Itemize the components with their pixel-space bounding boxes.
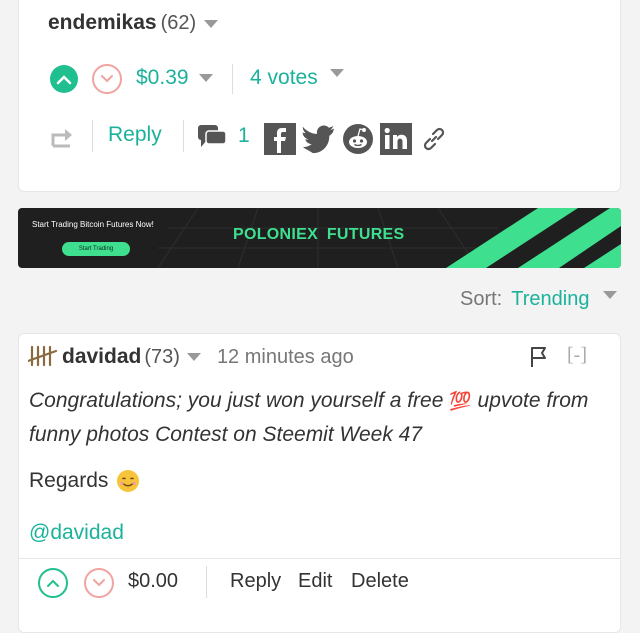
comment-upvote-button[interactable]: [38, 568, 68, 598]
banner-brand-name: POLONIEX: [233, 226, 319, 243]
post-author-reputation: (62): [160, 11, 197, 34]
upvote-button[interactable]: [50, 65, 78, 93]
divider: [183, 120, 184, 152]
comment-line1b-text: upvote from: [477, 389, 589, 412]
regards-text: Regards: [29, 469, 109, 492]
comment-author-reputation: (73): [144, 345, 180, 368]
linkedin-icon[interactable]: [380, 123, 412, 155]
comment-line1-text: Congratulations; you just won yourself a…: [29, 389, 444, 412]
chevron-down-icon: [101, 75, 113, 83]
banner-tagline: Start Trading Bitcoin Futures Now!: [32, 220, 154, 229]
comment-payout[interactable]: $0.00: [128, 570, 178, 593]
twitter-icon[interactable]: [302, 123, 334, 155]
author-menu-chevron-icon[interactable]: [204, 20, 219, 28]
sort-value[interactable]: Trending: [511, 288, 589, 311]
comment-edit-link[interactable]: Edit: [298, 570, 332, 593]
collapse-toggle[interactable]: [-]: [567, 344, 587, 367]
banner-brand-product: FUTURES: [326, 226, 405, 243]
comment-reply-link[interactable]: Reply: [230, 570, 281, 593]
divider: [232, 64, 233, 94]
banner-start-button[interactable]: Start Trading: [62, 242, 130, 256]
link-icon[interactable]: [418, 123, 450, 155]
comment-author[interactable]: davidad: [62, 345, 141, 369]
comment-author-chevron-icon[interactable]: [186, 353, 201, 361]
post-author-row: endemikas (62): [48, 8, 219, 38]
sort-control[interactable]: Sort: Trending: [460, 288, 618, 311]
divider: [206, 566, 207, 598]
comment-count[interactable]: 1: [238, 124, 250, 148]
mention-link[interactable]: @davidad: [29, 521, 124, 545]
hundred-emoji-icon: 💯: [449, 391, 472, 411]
commenter-avatar[interactable]: [26, 345, 58, 372]
chevron-up-icon: [56, 75, 72, 85]
reddit-icon[interactable]: [342, 123, 374, 155]
comment-time[interactable]: 12 minutes ago: [217, 346, 354, 369]
chevron-up-icon: [47, 579, 59, 587]
downvote-button[interactable]: [92, 64, 122, 94]
post-votes-label: 4 votes: [250, 66, 318, 89]
flag-icon[interactable]: [529, 346, 549, 373]
post-author[interactable]: endemikas: [48, 11, 157, 35]
divider: [18, 558, 621, 559]
divider: [92, 120, 93, 152]
resteem-button[interactable]: [50, 126, 76, 153]
chevron-down-icon: [93, 579, 105, 587]
payout-chevron-icon: [198, 74, 213, 82]
sort-label: Sort:: [460, 288, 503, 310]
comment-downvote-button[interactable]: [84, 568, 114, 598]
reply-link[interactable]: Reply: [108, 123, 162, 147]
comment-body-line1: Congratulations; you just won yourself a…: [29, 384, 588, 418]
comment-body-line2: funny photos Contest on Steemit Week 47: [29, 423, 423, 446]
smile-emoji-icon: [116, 469, 140, 493]
comment-regards: Regards: [29, 469, 140, 493]
votes-chevron-icon: [329, 69, 344, 77]
post-votes[interactable]: 4 votes: [250, 66, 344, 90]
post-payout[interactable]: $0.39: [136, 66, 213, 90]
comments-icon[interactable]: [197, 124, 227, 155]
facebook-icon[interactable]: [264, 123, 296, 155]
post-payout-value: $0.39: [136, 66, 189, 89]
sort-chevron-icon: [603, 290, 618, 299]
comment-author-row: davidad (73) 12 minutes ago: [62, 342, 354, 372]
ad-banner[interactable]: Start Trading Bitcoin Futures Now! Start…: [18, 208, 621, 268]
banner-brand: POLONIEX FUTURES: [233, 226, 405, 244]
resteem-icon: [51, 129, 72, 148]
comment-delete-link[interactable]: Delete: [351, 570, 409, 593]
